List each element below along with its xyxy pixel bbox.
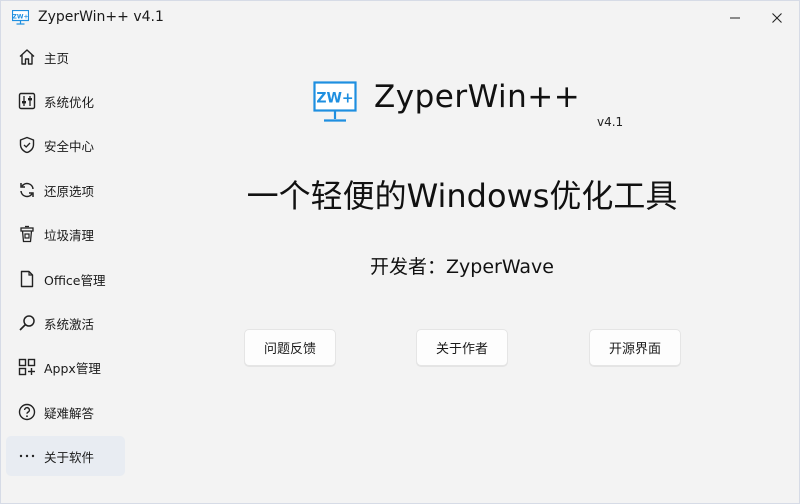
sidebar-item-office[interactable]: Office管理 bbox=[6, 259, 125, 299]
sidebar-item-label: 系统优化 bbox=[44, 95, 95, 110]
close-icon bbox=[772, 13, 782, 23]
minimize-button[interactable] bbox=[717, 1, 753, 35]
grid-icon bbox=[17, 357, 37, 377]
logo-text: ZW+ bbox=[316, 91, 353, 107]
app-logo-icon: ZW+ bbox=[313, 81, 357, 127]
sidebar-item-label: 还原选项 bbox=[44, 184, 95, 199]
help-icon bbox=[17, 402, 37, 422]
sidebar-item-restore[interactable]: 还原选项 bbox=[6, 170, 125, 210]
sidebar-item-label: Appx管理 bbox=[44, 361, 101, 376]
sidebar-item-label: 主页 bbox=[44, 51, 70, 66]
sidebar-nav: 主页 系统优化 安全中心 还原选项 垃圾清理 Office管理 系统激活 App… bbox=[1, 35, 131, 504]
sidebar-item-home[interactable]: 主页 bbox=[6, 37, 125, 77]
shield-icon bbox=[17, 135, 37, 155]
key-icon bbox=[17, 313, 37, 333]
sidebar-item-security[interactable]: 安全中心 bbox=[6, 125, 125, 165]
svg-text:ZW+: ZW+ bbox=[13, 13, 29, 20]
sidebar-item-activation[interactable]: 系统激活 bbox=[6, 303, 125, 343]
app-name: ZyperWin++ bbox=[374, 79, 581, 115]
feedback-button[interactable]: 问题反馈 bbox=[244, 329, 336, 366]
trash-icon bbox=[17, 224, 37, 244]
sidebar-item-appx[interactable]: Appx管理 bbox=[6, 347, 125, 387]
about-author-button[interactable]: 关于作者 bbox=[416, 329, 508, 366]
document-icon bbox=[17, 269, 37, 289]
title-bar: ZW+ ZyperWin++ v4.1 bbox=[1, 1, 799, 35]
sidebar-item-label: 疑难解答 bbox=[44, 406, 95, 421]
app-logo-icon: ZW+ bbox=[11, 9, 30, 25]
window-title: ZyperWin++ v4.1 bbox=[38, 9, 164, 25]
sidebar-item-troubleshoot[interactable]: 疑难解答 bbox=[6, 392, 125, 432]
sidebar-item-cleanup[interactable]: 垃圾清理 bbox=[6, 214, 125, 254]
home-icon bbox=[17, 47, 37, 67]
sidebar-item-label: 垃圾清理 bbox=[44, 228, 95, 243]
app-window: ZW+ ZyperWin++ v4.1 主页 系统优化 安全中心 还原选项 垃圾… bbox=[0, 0, 800, 504]
open-source-button[interactable]: 开源界面 bbox=[589, 329, 681, 366]
refresh-icon bbox=[17, 180, 37, 200]
sidebar-item-label: 关于软件 bbox=[44, 450, 95, 465]
sliders-icon bbox=[17, 91, 37, 111]
app-tagline: 一个轻便的Windows优化工具 bbox=[246, 177, 678, 215]
more-icon bbox=[17, 446, 37, 466]
sidebar-item-optimize[interactable]: 系统优化 bbox=[6, 81, 125, 121]
sidebar-item-about[interactable]: 关于软件 bbox=[6, 436, 125, 476]
sidebar-item-label: 安全中心 bbox=[44, 139, 95, 154]
developer-label: 开发者：ZyperWave bbox=[370, 256, 554, 278]
version-label: v4.1 bbox=[597, 115, 624, 129]
sidebar-item-label: Office管理 bbox=[44, 273, 106, 288]
about-page: ZW+ ZyperWin++ v4.1 一个轻便的Windows优化工具 开发者… bbox=[131, 35, 799, 503]
close-button[interactable] bbox=[759, 1, 795, 35]
sidebar-item-label: 系统激活 bbox=[44, 317, 95, 332]
minimize-icon bbox=[730, 17, 740, 19]
